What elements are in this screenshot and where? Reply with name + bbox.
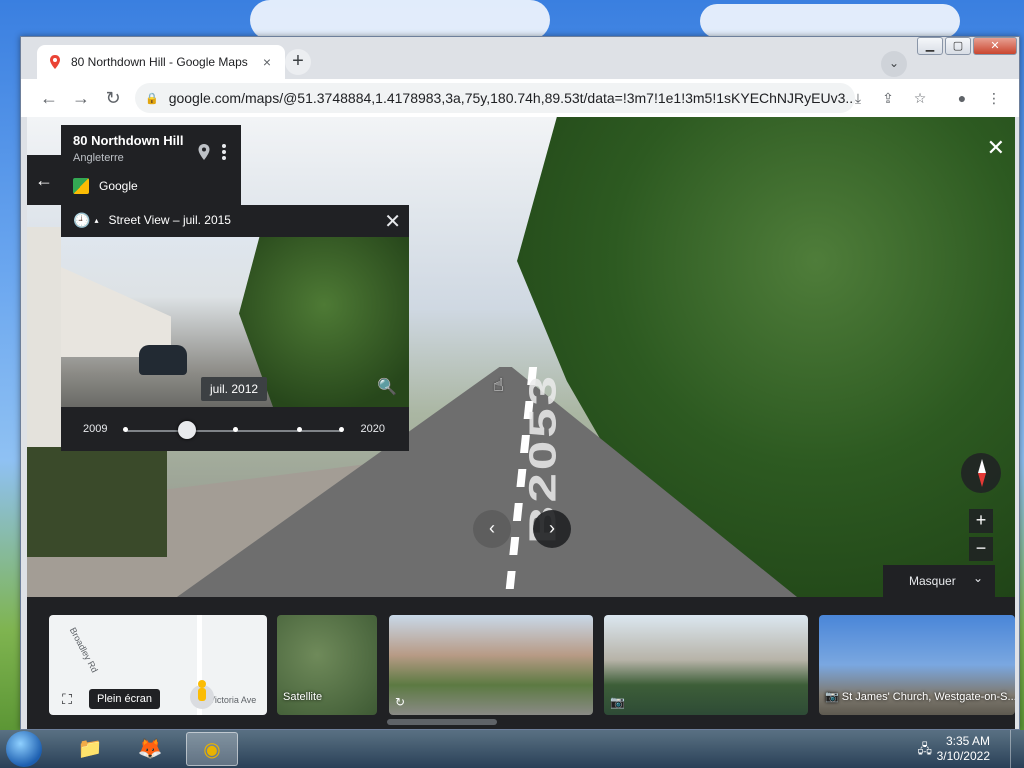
new-tab-button[interactable]: +	[285, 49, 311, 75]
year-start: 2009	[83, 423, 108, 435]
cloud	[250, 0, 550, 40]
panorama-icon: ↻	[395, 695, 406, 709]
minimize-button[interactable]: ▁	[917, 37, 943, 55]
tab-close-icon[interactable]: ×	[259, 54, 275, 70]
strip-scrollbar[interactable]	[387, 719, 497, 725]
place-card: 80 Northdown Hill Angleterre Google	[61, 125, 241, 209]
tab-search-button[interactable]: ⌄	[881, 51, 907, 77]
satellite-label: Satellite	[283, 691, 323, 703]
clock[interactable]: 3:35 AM 3/10/2022	[937, 734, 990, 764]
zoom-out-button[interactable]: −	[969, 537, 993, 561]
photo-card-church[interactable]: 📷 St James' Church, Westgate-on-S...	[819, 615, 1015, 715]
install-icon[interactable]: ⤓	[847, 87, 869, 109]
compass-south	[978, 473, 986, 487]
close-street-view-icon[interactable]: ✕	[987, 135, 1005, 161]
slider-tick[interactable]	[339, 427, 344, 432]
church-name: St James' Church, Westgate-on-S...	[841, 691, 1015, 703]
zoom-in-icon[interactable]: 🔍	[377, 377, 397, 397]
back-arrow-icon[interactable]: ←	[27, 155, 61, 205]
cloud	[700, 4, 960, 38]
map-pin-icon[interactable]	[197, 143, 211, 161]
browser-window: 80 Northdown Hill - Google Maps × + ⌄ ▁ …	[20, 36, 1020, 730]
firefox-icon[interactable]: 🦊	[124, 732, 176, 766]
pegman-icon[interactable]	[189, 677, 215, 711]
bookmark-star-icon[interactable]: ☆	[909, 87, 931, 109]
file-explorer-icon[interactable]: 📁	[64, 732, 116, 766]
browser-toolbar: ← → ↻ 🔒 google.com/maps/@51.3748884,1.41…	[21, 79, 1019, 117]
tab-google-maps[interactable]: 80 Northdown Hill - Google Maps ×	[37, 45, 285, 79]
year-end: 2020	[360, 423, 385, 435]
url-text: google.com/maps/@51.3748884,1.4178983,3a…	[168, 90, 855, 106]
forward-icon[interactable]: →	[65, 82, 97, 114]
church-label: 📷 St James' Church, Westgate-on-S...	[825, 690, 1015, 703]
caret-up-icon: ▴	[94, 215, 99, 225]
compass-north	[978, 459, 986, 473]
tab-title: 80 Northdown Hill - Google Maps	[71, 55, 248, 69]
fullscreen-tooltip: Plein écran	[89, 689, 161, 709]
maps-pin-icon	[50, 55, 60, 69]
window-controls: ▁ ▢ ✕	[915, 37, 1017, 55]
taskbar: 📁 🦊 ◉ 🖧 3:35 AM 3/10/2022	[0, 730, 1024, 768]
maximize-button[interactable]: ▢	[945, 37, 971, 55]
camera-icon: 📷	[825, 691, 839, 703]
compass-icon[interactable]	[961, 453, 1001, 493]
hide-imagery-button[interactable]: Masquer ⌄	[883, 565, 995, 597]
street-label: Victoria Ave	[209, 695, 257, 705]
street-label: Broadley Rd	[67, 625, 100, 675]
provider-row: Google	[73, 178, 229, 194]
clock-time: 3:35 AM	[945, 734, 990, 748]
photo-card[interactable]: ↻	[389, 615, 593, 715]
photo-card[interactable]: 📷	[604, 615, 808, 715]
start-button[interactable]	[6, 731, 42, 767]
time-machine-close-icon[interactable]: ✕	[384, 209, 401, 234]
year-slider[interactable]: 2009 2020	[61, 415, 409, 445]
minimap-card[interactable]: Broadley Rd Victoria Ave ⛶ Plein écran	[49, 615, 267, 715]
maps-content: B2053 ← 80 Northdown Hill Angleterre Goo…	[27, 117, 1015, 729]
back-icon[interactable]: ←	[33, 82, 65, 114]
history-clock-icon: 🕘	[73, 211, 91, 228]
time-machine-panel: 🕘 ▴ Street View – juil. 2015 ✕ juil. 201…	[61, 205, 409, 451]
time-machine-title: Street View – juil. 2015	[108, 213, 231, 227]
time-machine-header[interactable]: 🕘 ▴ Street View – juil. 2015	[61, 205, 409, 235]
more-options-icon[interactable]	[221, 143, 227, 161]
street-view-panorama[interactable]: B2053 ← 80 Northdown Hill Angleterre Goo…	[27, 117, 1015, 597]
camera-icon: 📷	[610, 695, 625, 709]
share-icon[interactable]: ⇪	[877, 87, 899, 109]
thumb-houses	[61, 267, 171, 357]
next-arrow-button[interactable]: ›	[533, 510, 571, 548]
slider-knob[interactable]	[178, 421, 197, 439]
show-desktop-button[interactable]	[1010, 730, 1024, 768]
close-window-button[interactable]: ✕	[973, 37, 1017, 55]
tab-strip: 80 Northdown Hill - Google Maps × + ⌄ ▁ …	[21, 37, 1019, 79]
hide-label: Masquer	[909, 574, 956, 588]
previous-arrow-button[interactable]: ‹	[473, 510, 511, 548]
reload-icon[interactable]: ↻	[97, 82, 129, 114]
google-maps-logo-icon	[73, 178, 89, 194]
satellite-card[interactable]: Satellite	[277, 615, 377, 715]
network-icon[interactable]: 🖧	[918, 740, 933, 762]
menu-icon[interactable]: ⋮	[983, 87, 1005, 109]
slider-tick[interactable]	[123, 427, 128, 432]
chrome-icon[interactable]: ◉	[186, 732, 238, 766]
profile-icon[interactable]: ●	[951, 87, 973, 109]
chevron-down-icon: ⌄	[972, 571, 983, 585]
selected-date-badge: juil. 2012	[201, 377, 268, 401]
zoom-in-button[interactable]: +	[969, 509, 993, 533]
photo-strip: Broadley Rd Victoria Ave ⛶ Plein écran S…	[27, 597, 1015, 729]
clock-date: 3/10/2022	[936, 749, 990, 763]
fullscreen-icon[interactable]: ⛶	[55, 687, 79, 711]
historic-thumbnail[interactable]: juil. 2012 🔍	[61, 237, 409, 407]
address-bar[interactable]: 🔒 google.com/maps/@51.3748884,1.4178983,…	[135, 83, 855, 113]
slider-tick[interactable]	[233, 427, 238, 432]
thumb-car	[139, 345, 187, 375]
lock-icon: 🔒	[145, 92, 159, 105]
provider-label: Google	[99, 179, 138, 193]
slider-tick[interactable]	[297, 427, 302, 432]
hand-cursor-icon: ☝	[493, 375, 504, 395]
fence	[27, 447, 167, 557]
